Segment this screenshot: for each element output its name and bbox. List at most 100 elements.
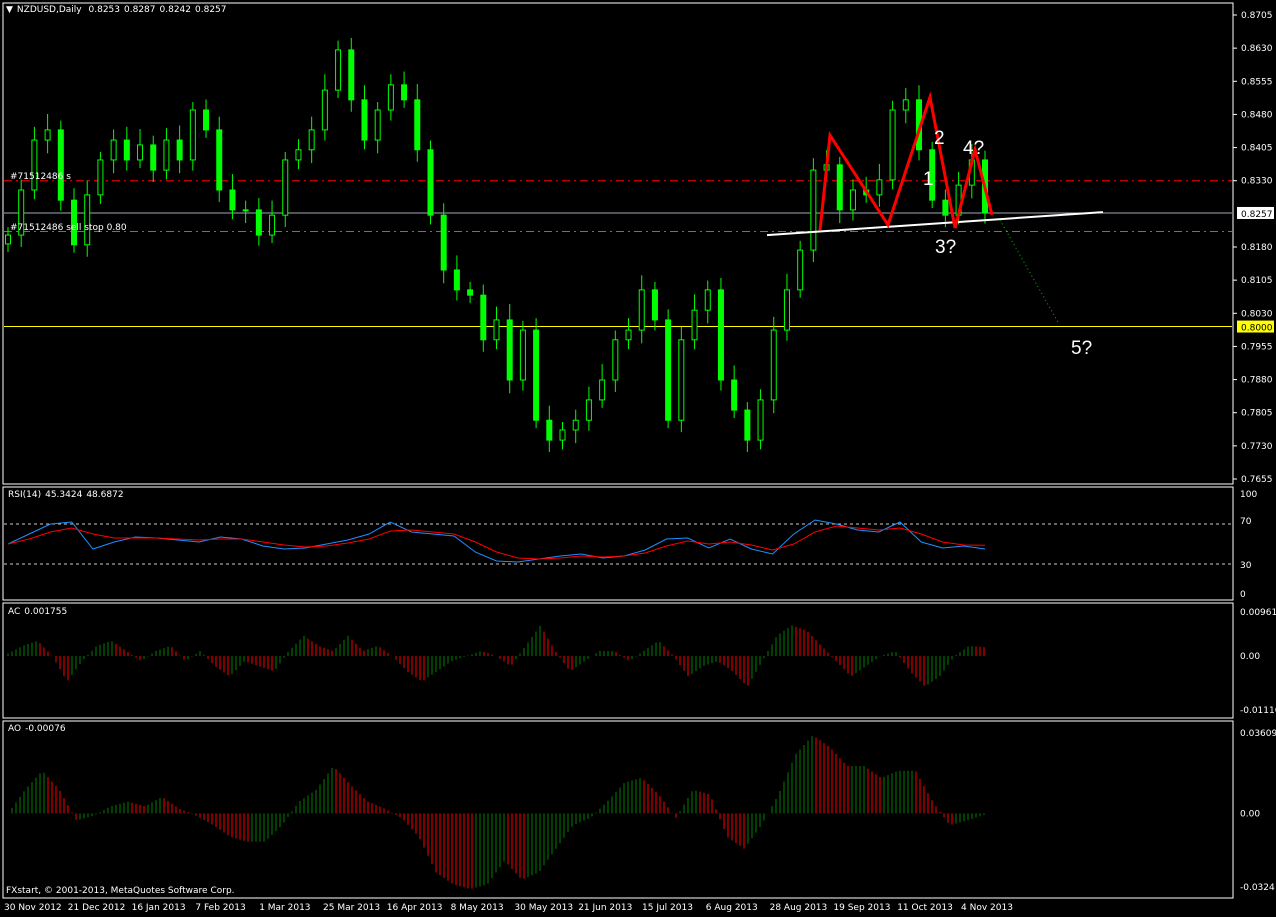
time-tick-label: 21 Dec 2012: [67, 903, 126, 913]
high-value: 0.8287: [124, 5, 156, 15]
candle: [216, 116, 223, 202]
candle: [876, 163, 883, 207]
rsi-label: RSI(14) 45.3424 48.6872: [8, 490, 128, 500]
candle-body: [269, 214, 276, 236]
candle: [374, 102, 381, 154]
candle-body: [519, 329, 526, 381]
candle: [84, 180, 91, 257]
candle: [242, 200, 249, 224]
candle-body: [533, 329, 540, 421]
wave-label-4: 4?: [963, 138, 984, 159]
time-tick-label: 21 Jun 2013: [578, 903, 633, 913]
ao-panel-frame: [2, 720, 1234, 899]
ao-tick-label: 0.03609: [1240, 729, 1276, 739]
candle-body: [889, 109, 896, 181]
price-panel-frame: [2, 2, 1234, 485]
candle: [255, 197, 262, 246]
candle: [889, 100, 896, 190]
candle-body: [493, 319, 500, 341]
ac-label: AC 0.001755: [8, 607, 71, 617]
candle: [18, 179, 25, 247]
candle: [572, 409, 579, 444]
rsi-signal-line: [7, 525, 986, 560]
candle: [44, 113, 51, 154]
candle-body: [638, 289, 645, 331]
candle-body: [321, 89, 328, 131]
candle-body: [480, 294, 487, 341]
candle-body: [691, 309, 698, 341]
candle-body: [612, 339, 619, 381]
time-tick-label: 1 Mar 2013: [259, 903, 311, 913]
candle: [361, 85, 368, 150]
candle: [163, 128, 170, 180]
candle: [731, 365, 738, 419]
candle-body: [84, 194, 91, 246]
candle: [282, 151, 289, 228]
candle-body: [414, 99, 421, 151]
rsi-tick-label: 0: [1240, 590, 1246, 600]
rsi-panel-frame: [2, 486, 1234, 601]
ao-label: AO -0.00076: [8, 724, 70, 734]
candle: [31, 126, 38, 200]
candle: [295, 139, 302, 170]
candle: [308, 116, 315, 164]
time-tick-label: 15 Jul 2013: [642, 903, 693, 913]
ac-tick-label: 0.00: [1240, 652, 1260, 662]
open-value: 0.8253: [88, 5, 121, 15]
candle: [942, 189, 949, 228]
candle: [480, 284, 487, 352]
rsi-tick-label: 100: [1240, 490, 1257, 500]
candle-body: [427, 149, 434, 216]
rsi-tick-label: 30: [1240, 561, 1252, 571]
candle: [902, 87, 909, 124]
candle-body: [163, 139, 170, 171]
candle-body: [559, 429, 566, 441]
candle: [176, 125, 183, 174]
candle-body: [203, 109, 210, 131]
candle: [71, 188, 78, 253]
candle: [97, 151, 104, 205]
time-tick-label: 16 Jan 2013: [131, 903, 186, 913]
candle-body: [308, 129, 315, 151]
y-tick-label: 0.8105: [1241, 276, 1273, 286]
candle-body: [5, 234, 11, 245]
candle: [321, 74, 328, 141]
y-tick-label: 0.8705: [1241, 11, 1273, 21]
candle: [229, 174, 236, 220]
candle-body: [731, 379, 738, 411]
candle-body: [97, 159, 104, 196]
candle-body: [255, 209, 262, 236]
wave-label-5: 5?: [1071, 338, 1092, 359]
close-value: 0.8257: [195, 5, 227, 15]
candle-body: [506, 319, 513, 381]
candle-body: [44, 129, 51, 141]
candle: [546, 405, 553, 453]
ac-panel-frame: [2, 602, 1234, 719]
y-tick-label: 0.8480: [1241, 110, 1273, 120]
time-tick-label: 8 May 2013: [450, 903, 504, 913]
candle: [348, 37, 355, 112]
candles: [5, 37, 988, 453]
candle: [335, 40, 342, 99]
chart-canvas: 10070300 0.0096120.00-0.01116 0.036090.0…: [2, 2, 1276, 899]
candle-body: [295, 149, 302, 161]
candle: [717, 277, 724, 391]
ac-tick-label: -0.01116: [1240, 706, 1276, 716]
candle-body: [229, 189, 236, 211]
time-tick-label: 30 Nov 2012: [4, 903, 62, 913]
candle: [137, 129, 144, 168]
ao-panel: 0.03609 0.00 -0.0324: [11, 729, 1276, 893]
candle: [533, 318, 540, 429]
y-tick-label: 0.8180: [1241, 243, 1273, 253]
candle-body: [348, 49, 355, 101]
low-value: 0.8242: [159, 5, 192, 15]
chart-header: ▼ NZDUSD,Daily 0.8253 0.8287 0.8242 0.8257: [6, 5, 231, 15]
candle-body: [31, 139, 38, 191]
dropdown-triangle-icon[interactable]: ▼: [6, 5, 13, 15]
candle: [585, 386, 592, 431]
time-tick-label: 6 Aug 2013: [705, 903, 758, 913]
ao-title: AO: [8, 724, 22, 734]
candle: [506, 304, 513, 394]
candle: [678, 326, 685, 433]
candle-body: [651, 289, 658, 321]
